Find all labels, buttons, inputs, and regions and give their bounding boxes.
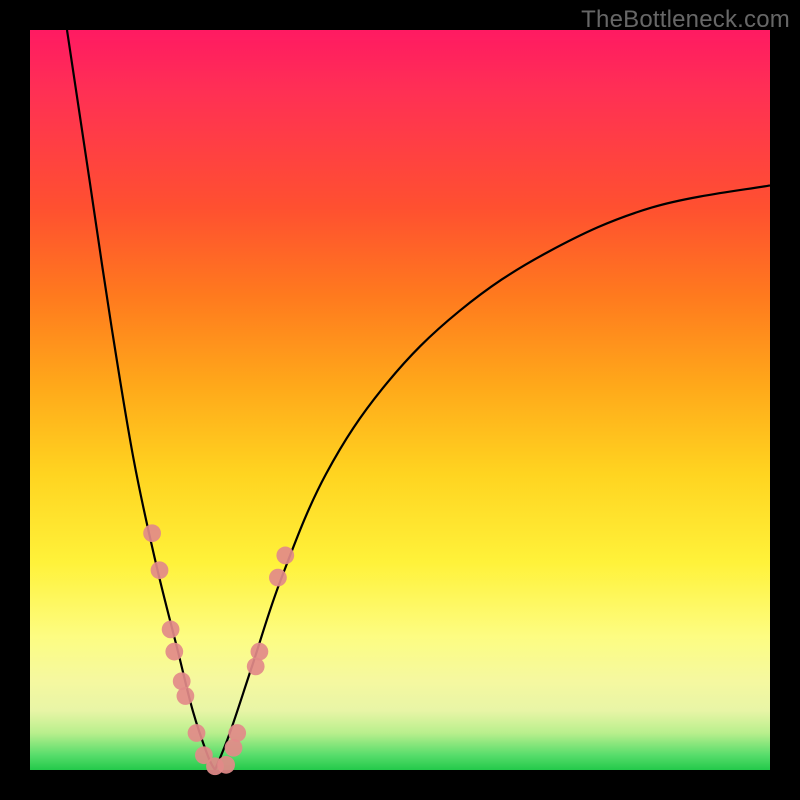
data-marker — [173, 672, 191, 690]
data-marker — [162, 621, 180, 639]
left-curve — [67, 30, 215, 770]
data-marker — [217, 756, 235, 774]
plot-area — [30, 30, 770, 770]
data-marker — [247, 658, 265, 676]
chart-frame: TheBottleneck.com — [0, 0, 800, 800]
data-marker — [276, 547, 294, 565]
chart-svg — [30, 30, 770, 770]
data-marker — [225, 739, 243, 757]
data-marker — [188, 724, 206, 742]
data-marker — [177, 687, 195, 705]
data-marker — [151, 561, 169, 579]
right-curve — [215, 185, 770, 770]
data-marker — [269, 569, 287, 587]
data-markers — [143, 524, 294, 775]
data-marker — [251, 643, 269, 661]
data-marker — [228, 724, 246, 742]
data-marker — [165, 643, 183, 661]
data-marker — [143, 524, 161, 542]
